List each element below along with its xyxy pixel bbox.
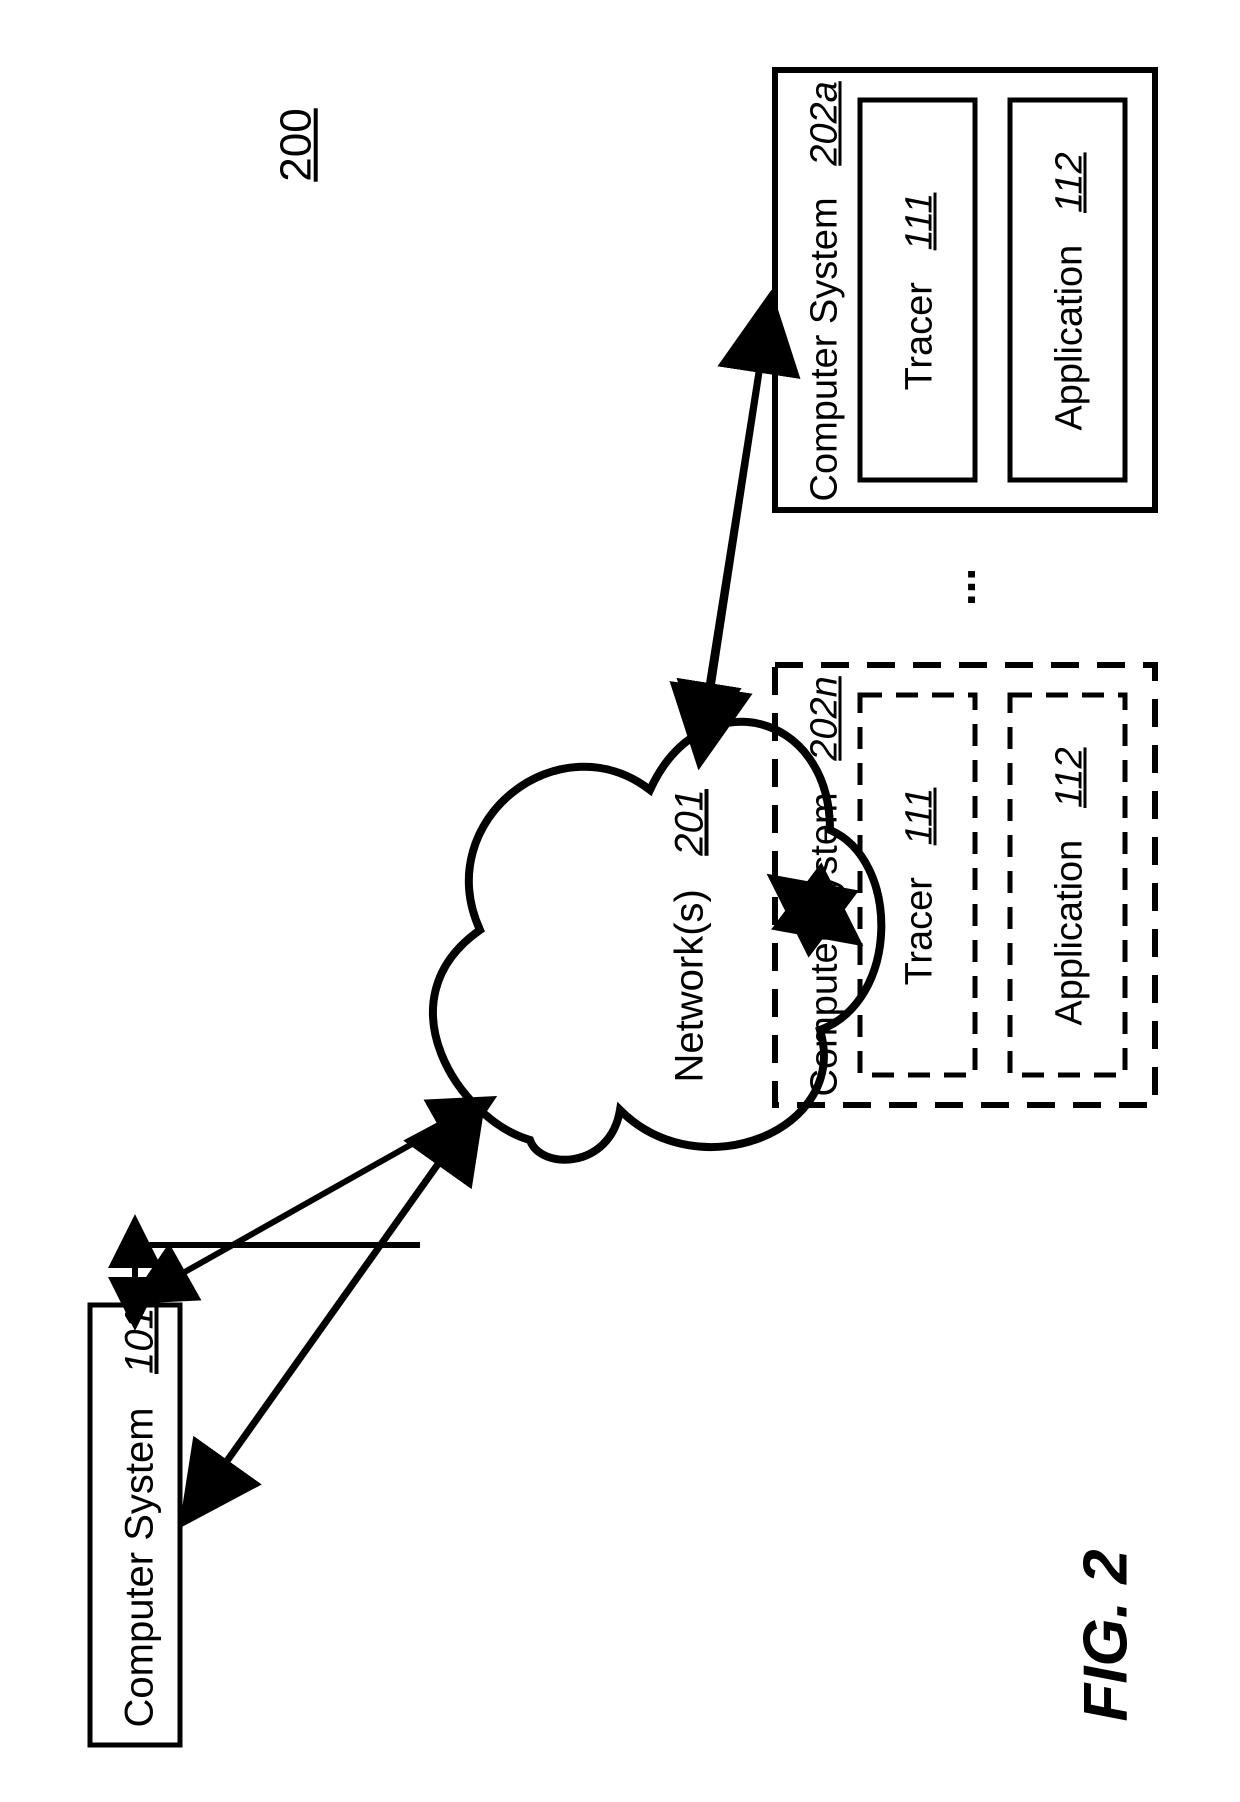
ellipsis: ... [932, 568, 986, 606]
right-bottom-tracer-ref: 111 [899, 788, 941, 846]
right-top-tracer-text: Tracer [899, 282, 941, 390]
diagram-stage: 200 FIG. 2 [0, 0, 1240, 1802]
arrow-2 [700, 300, 770, 760]
left-system-text: Computer System [118, 1407, 162, 1727]
left-system-ref: 101 [118, 1307, 162, 1374]
right-bottom-title-text: Computer System [804, 792, 846, 1096]
right-top-app: Application 112 [1049, 142, 1092, 442]
network-ref: 201 [668, 789, 712, 856]
right-bottom-tracer: Tracer 111 [899, 767, 942, 1007]
right-bottom-tracer-text: Tracer [899, 877, 941, 985]
right-bottom-app-ref: 112 [1049, 747, 1091, 808]
right-top-title-text: Computer System [804, 197, 846, 501]
ellipsis-text: ... [933, 568, 985, 606]
right-bottom-app: Application 112 [1049, 737, 1092, 1037]
right-top-app-ref: 112 [1049, 152, 1091, 213]
network-text: Network(s) [668, 889, 712, 1082]
right-top-tracer-ref: 111 [899, 193, 941, 251]
right-bottom-app-text: Application [1049, 840, 1091, 1026]
right-top-tracer: Tracer 111 [899, 172, 942, 412]
right-top-app-text: Application [1049, 245, 1091, 431]
right-top-title: Computer System 202a [804, 82, 847, 502]
right-top-title-ref: 202a [804, 81, 846, 166]
right-bottom-title: Computer System 202n [804, 677, 847, 1097]
arrow-1 [185, 1105, 480, 1520]
left-system-label: Computer System 101 [118, 1328, 163, 1728]
right-bottom-title-ref: 202n [804, 676, 846, 761]
network-label: Network(s) 201 [668, 823, 713, 1083]
